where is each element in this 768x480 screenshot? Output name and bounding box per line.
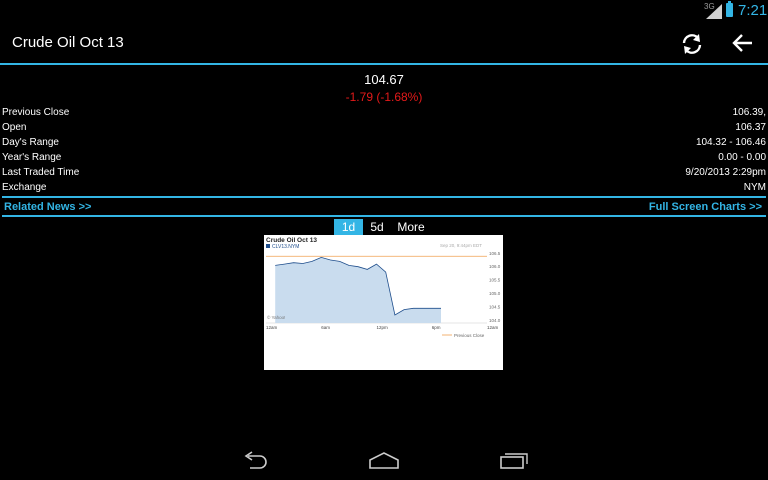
chart-watermark: © Yahoo! [267, 314, 285, 320]
header-divider [0, 63, 768, 65]
price-chart[interactable]: Crude Oil Oct 13 CLV13.NYM Sep 20, 9:44p… [264, 235, 503, 370]
chart-svg: Crude Oil Oct 13 CLV13.NYM Sep 20, 9:44p… [266, 237, 501, 338]
stat-label: Open [2, 122, 27, 133]
divider [2, 215, 766, 217]
chart-date: Sep 20, 9:44pm EDT [440, 243, 482, 248]
price-change: -1.79 (-1.68%) [345, 90, 423, 104]
stat-label: Day's Range [2, 137, 59, 148]
x-tick-label: 12am [266, 325, 278, 330]
y-tick-label: 106.0 [489, 264, 501, 269]
signal-icon [706, 4, 722, 19]
status-bar: 3G 7:21 [0, 0, 768, 22]
stat-label: Previous Close [2, 107, 70, 118]
stat-value: NYM [743, 182, 766, 193]
stat-value: 104.32 - 106.46 [695, 137, 766, 148]
stat-value: 106.39, [732, 107, 766, 118]
refresh-icon [682, 34, 702, 54]
stats-table: Previous Close 106.39, Open 106.37 Day's… [2, 106, 766, 196]
series-swatch [266, 244, 270, 248]
action-bar: Crude Oil Oct 13 [0, 22, 768, 64]
stat-value: 106.37 [735, 122, 766, 133]
status-time: 7:21 [738, 2, 768, 19]
x-tick-label: 6am [321, 325, 330, 330]
refresh-button[interactable] [679, 31, 705, 62]
stat-label: Exchange [2, 182, 47, 193]
navigation-bar [0, 440, 768, 480]
tab-more[interactable]: More [392, 219, 430, 235]
chart-title: Crude Oil Oct 13 [266, 237, 317, 244]
stat-value: 0.00 - 0.00 [718, 152, 766, 163]
y-tick-label: 105.0 [489, 291, 501, 296]
home-icon [369, 452, 399, 469]
back-nav-icon [244, 451, 267, 469]
battery-icon [726, 1, 733, 17]
stat-years-range: Year's Range 0.00 - 0.00 [2, 151, 766, 166]
stat-last-traded-time: Last Traded Time 9/20/2013 2:29pm [2, 166, 766, 181]
recent-apps-button[interactable] [498, 450, 530, 475]
recent-apps-icon [500, 453, 528, 469]
plot-area: 106.5 106.0 105.5 105.0 104.5 104.0 12am 6am 12p… [266, 251, 501, 330]
chart-legend: Previous Close [454, 333, 485, 338]
tab-1d[interactable]: 1d [334, 219, 363, 235]
back-nav-button[interactable] [240, 450, 270, 475]
area-fill [275, 257, 441, 323]
stat-days-range: Day's Range 104.32 - 106.46 [2, 136, 766, 151]
stat-value: 9/20/2013 2:29pm [685, 167, 766, 178]
back-button[interactable] [731, 31, 755, 60]
stat-previous-close: Previous Close 106.39, [2, 106, 766, 121]
x-tick-label: 12pm [377, 325, 389, 330]
chart-symbol: CLV13.NYM [272, 244, 299, 250]
y-tick-label: 105.5 [489, 278, 501, 283]
stat-open: Open 106.37 [2, 121, 766, 136]
stat-label: Year's Range [2, 152, 62, 163]
divider [2, 196, 766, 198]
related-news-link[interactable]: Related News >> [4, 201, 91, 213]
full-screen-charts-link[interactable]: Full Screen Charts >> [649, 201, 762, 213]
x-tick-label: 12am [487, 325, 499, 330]
y-tick-label: 104.5 [489, 304, 501, 309]
links-bar: Related News >> Full Screen Charts >> [4, 201, 764, 215]
tab-5d[interactable]: 5d [364, 219, 390, 235]
x-tick-label: 6pm [432, 325, 441, 330]
back-arrow-icon [732, 34, 752, 52]
stat-label: Last Traded Time [2, 167, 80, 178]
home-nav-button[interactable] [368, 450, 400, 475]
page-title: Crude Oil Oct 13 [12, 34, 124, 51]
stat-exchange: Exchange NYM [2, 181, 766, 196]
y-tick-label: 106.5 [489, 251, 501, 256]
last-price: 104.67 [364, 72, 404, 87]
y-tick-label: 104.0 [489, 318, 501, 323]
